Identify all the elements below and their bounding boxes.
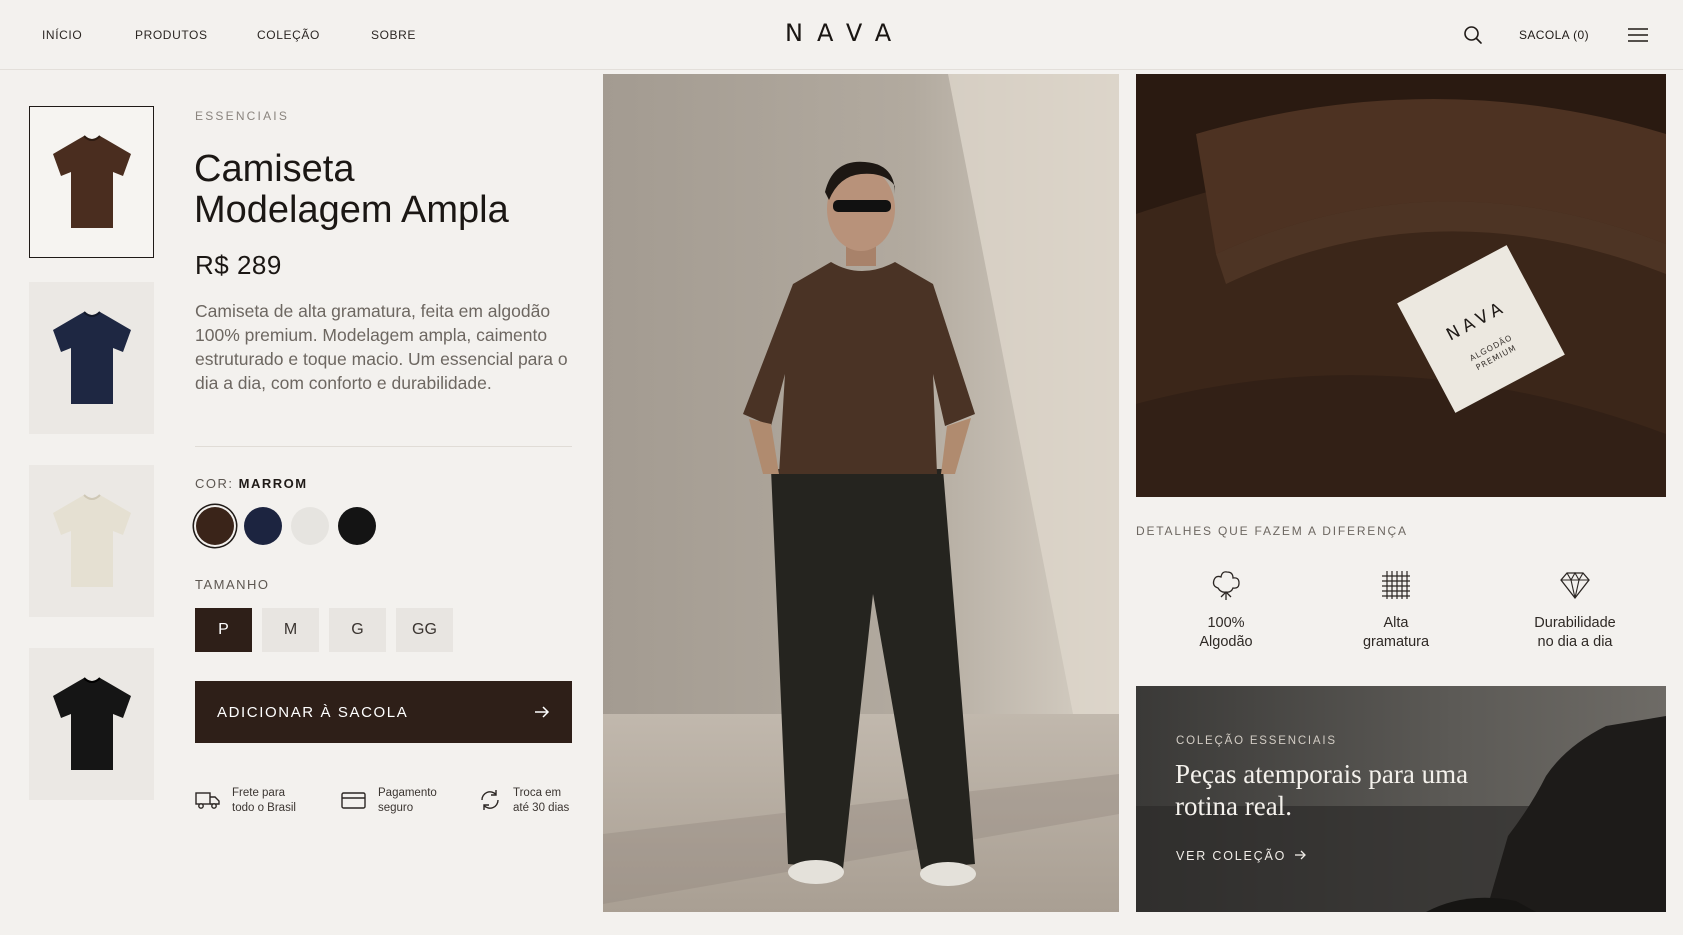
search-icon[interactable] — [1462, 24, 1484, 46]
selected-color-name: MARROM — [238, 476, 308, 491]
credit-card-icon — [341, 792, 366, 809]
cotton-icon — [1212, 571, 1240, 600]
divider — [195, 446, 572, 447]
details-section-title: DETALHES QUE FAZEM A DIFERENÇA — [1136, 524, 1408, 538]
size-option-gg[interactable]: GG — [396, 608, 453, 652]
size-option-g[interactable]: G — [329, 608, 386, 652]
bag-link[interactable]: SACOLA (0) — [1519, 28, 1589, 42]
product-price: R$ 289 — [195, 250, 282, 280]
site-header: INÍCIO PRODUTOS COLEÇÃO SOBRE NAVA SACOL… — [0, 0, 1683, 70]
perk-exchange: Troca em até 30 dias — [478, 786, 569, 816]
hamburger-menu-icon[interactable] — [1627, 25, 1649, 45]
tshirt-offwhite-image — [52, 494, 131, 587]
product-description: Camiseta de alta gramatura, feita em alg… — [195, 301, 568, 393]
feature-gramatura-text: Alta gramatura — [1362, 615, 1430, 650]
thumbnail-preto[interactable] — [29, 648, 154, 800]
arrow-right-icon — [1295, 850, 1307, 860]
color-swatch-preto[interactable] — [338, 507, 376, 545]
size-option-p[interactable]: P — [195, 608, 252, 652]
feature-algodao: 100% Algodão — [1151, 568, 1301, 652]
perk-payment: Pagamento seguro — [341, 786, 437, 816]
thumbnail-marrom[interactable] — [29, 106, 154, 258]
nav-link-produtos[interactable]: PRODUTOS — [135, 28, 208, 42]
nav-link-colecao[interactable]: COLEÇÃO — [257, 28, 320, 42]
add-to-bag-label: ADICIONAR À SACOLA — [217, 703, 409, 721]
hero-model-image — [603, 74, 1119, 912]
color-swatch-off-white[interactable] — [291, 507, 329, 545]
grid-weave-icon — [1382, 571, 1410, 599]
arrow-right-icon — [535, 706, 550, 718]
collection-banner[interactable]: COLEÇÃO ESSENCIAIS Peças atemporais para… — [1136, 686, 1666, 912]
color-swatch-azul-marinho[interactable] — [244, 507, 282, 545]
size-label: TAMANHO — [195, 577, 270, 592]
product-title: Camiseta Modelagem Ampla — [194, 148, 509, 231]
perk-shipping-text: Frete para todo o Brasil — [232, 787, 296, 814]
product-category: ESSENCIAIS — [195, 109, 290, 123]
brand-logo[interactable]: NAVA — [785, 19, 905, 47]
feature-durabilidade: Durabilidade no dia a dia — [1500, 568, 1650, 652]
perk-exchange-text: Troca em até 30 dias — [513, 787, 570, 814]
color-label: COR: MARROM — [195, 476, 308, 491]
nav-link-inicio[interactable]: INÍCIO — [42, 28, 82, 42]
feature-algodao-text: 100% Algodão — [1199, 615, 1253, 650]
size-option-m[interactable]: M — [262, 608, 319, 652]
tshirt-black-image — [52, 677, 131, 770]
perk-payment-text: Pagamento seguro — [378, 787, 437, 814]
promo-title: Peças atemporais para uma rotina real. — [1175, 759, 1469, 821]
promo-eyebrow: COLEÇÃO ESSENCIAIS — [1176, 735, 1337, 747]
view-collection-link[interactable]: VER COLEÇÃO — [1176, 849, 1307, 863]
feature-gramatura: Alta gramatura — [1321, 568, 1471, 652]
add-to-bag-button[interactable]: ADICIONAR À SACOLA — [195, 681, 572, 743]
fabric-detail-image: NAVA ALGODÃOPREMIUM — [1136, 74, 1666, 497]
truck-icon — [195, 792, 220, 809]
view-collection-label: VER COLEÇÃO — [1176, 849, 1287, 863]
color-label-prefix: COR: — [195, 476, 234, 491]
diamond-icon — [1560, 571, 1590, 600]
color-swatch-marrom[interactable] — [196, 507, 234, 545]
thumbnail-azul-marinho[interactable] — [29, 282, 154, 434]
exchange-icon — [481, 790, 499, 810]
nav-link-sobre[interactable]: SOBRE — [371, 28, 416, 42]
tshirt-brown-image — [52, 135, 131, 228]
perk-shipping: Frete para todo o Brasil — [195, 786, 296, 816]
thumbnail-off-white[interactable] — [29, 465, 154, 617]
tshirt-navy-image — [52, 311, 131, 404]
feature-durabilidade-text: Durabilidade no dia a dia — [1534, 615, 1616, 650]
